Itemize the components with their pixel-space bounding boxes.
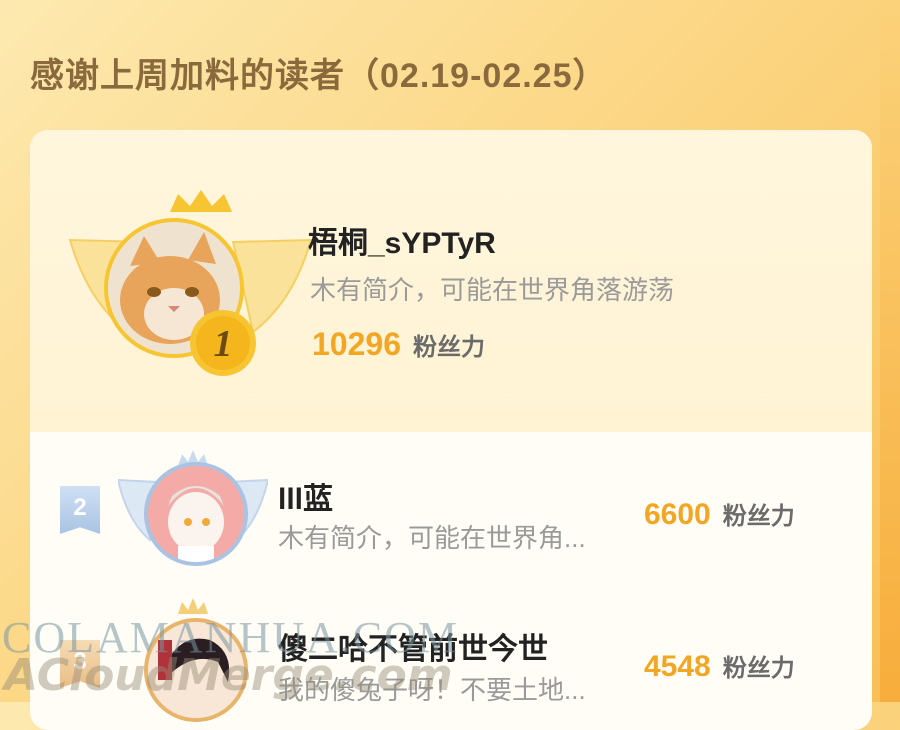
- fan-power-unit: 粉丝力: [722, 655, 795, 682]
- fan-power-value: 6600: [644, 498, 711, 531]
- fan-power-unit: 粉丝力: [412, 334, 485, 361]
- reader-name[interactable]: lll蓝: [278, 474, 333, 518]
- background-edge: [880, 0, 900, 702]
- fan-power: 4548 粉丝力: [644, 648, 795, 684]
- reader-name[interactable]: 梧桐_sYPTyR: [308, 218, 496, 262]
- reader-row-1[interactable]: 1 梧桐_sYPTyR 木有简介，可能在世界角落游荡 10296 粉丝力: [30, 130, 872, 432]
- fan-power: 10296 粉丝力: [312, 326, 485, 363]
- fan-power-value: 4548: [644, 650, 711, 683]
- reader-bio: 木有简介，可能在世界角落游荡: [310, 275, 675, 305]
- reader-row-2[interactable]: 2 lll蓝 木有简介，可能在世界角... 6600 粉丝力: [30, 432, 872, 582]
- avatar[interactable]: [144, 462, 248, 566]
- reader-bio: 木有简介，可能在世界角...: [278, 523, 586, 553]
- svg-text:1: 1: [214, 323, 233, 365]
- fan-power: 6600 粉丝力: [644, 496, 795, 532]
- rank-1-medal-icon: 1: [190, 310, 256, 376]
- fan-power-unit: 粉丝力: [722, 503, 795, 530]
- page-title: 感谢上周加料的读者（02.19-02.25）: [30, 57, 608, 95]
- crown-icon: [170, 190, 232, 212]
- watermark-acloudmerge: ACloudMerge.com: [4, 650, 453, 701]
- fan-power-value: 10296: [312, 326, 401, 362]
- rank-2-badge: 2: [60, 486, 100, 534]
